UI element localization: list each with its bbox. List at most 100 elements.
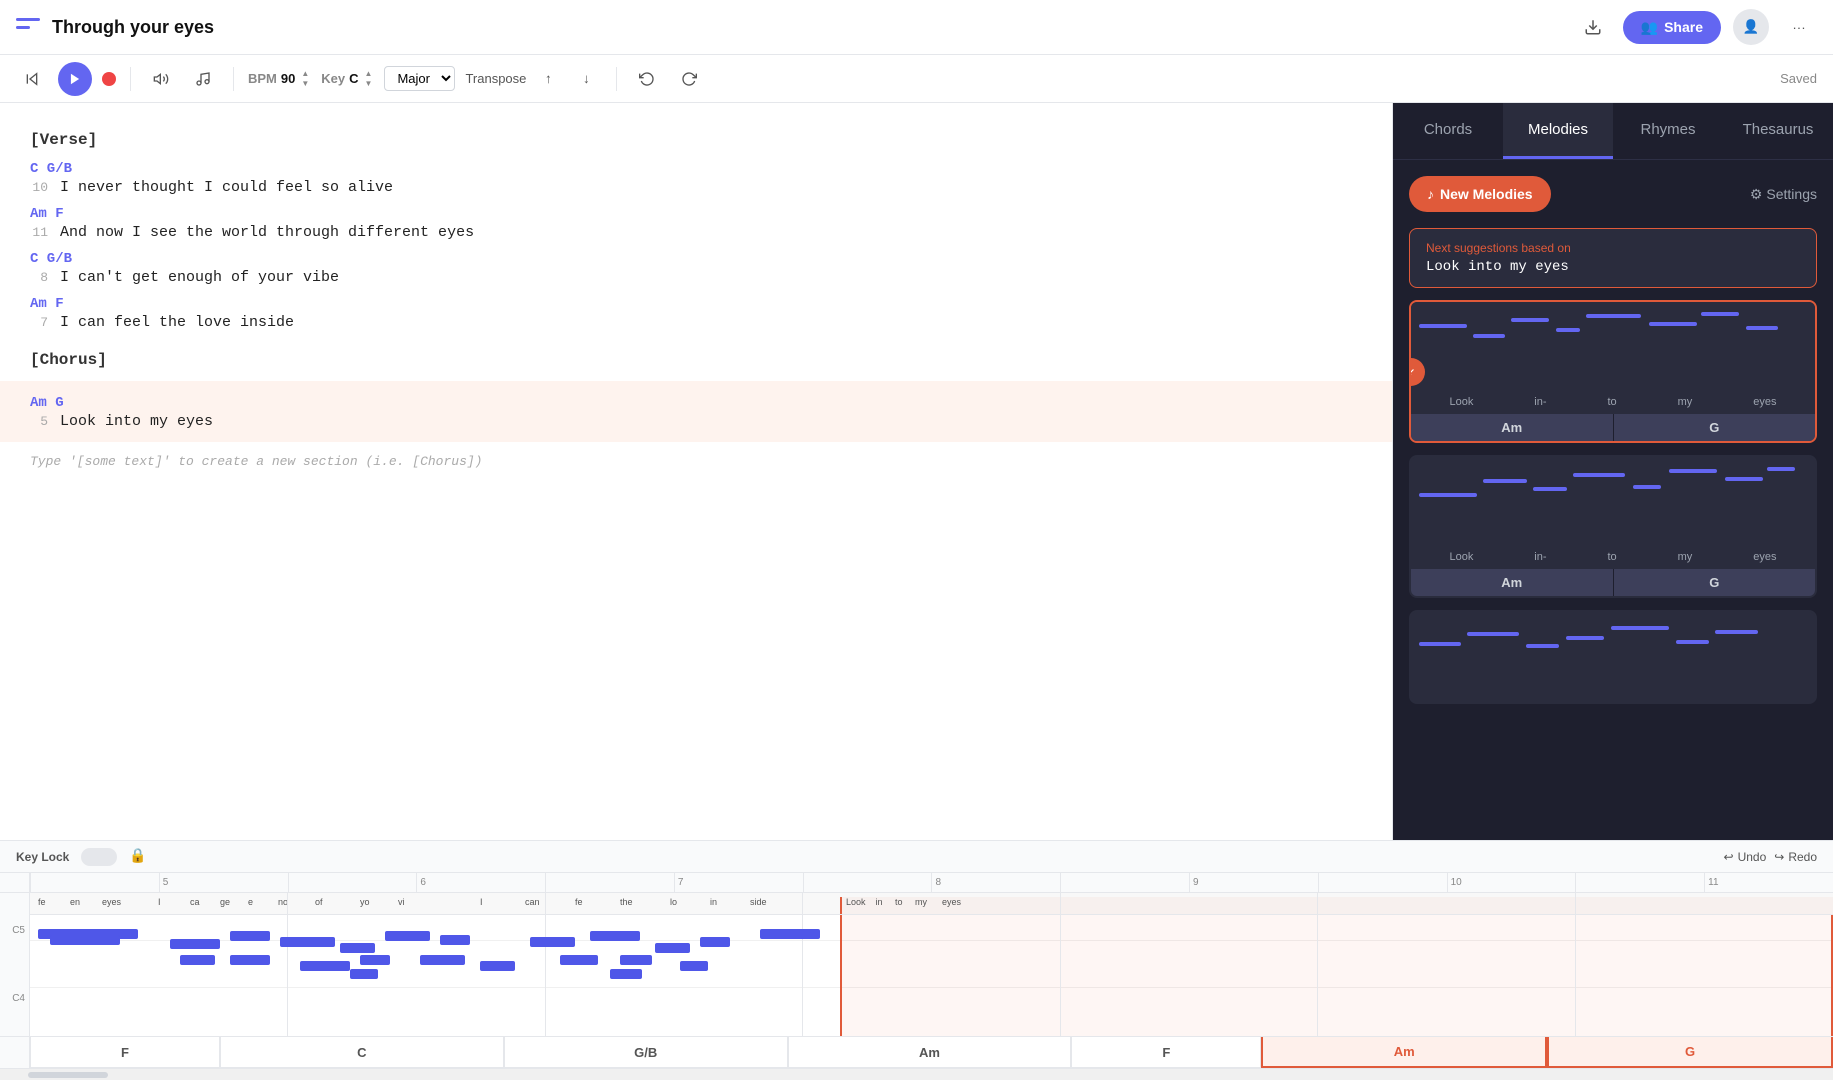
note-bar [1483, 479, 1527, 483]
roll-note [230, 955, 270, 965]
word-label: fe [575, 897, 583, 907]
bpm-down-button[interactable]: ▼ [299, 79, 311, 89]
lyric-text-10[interactable]: I never thought I could feel so alive [60, 179, 393, 196]
note-bar [1573, 473, 1625, 477]
word-label: en [70, 897, 80, 907]
lyrics-button[interactable] [187, 63, 219, 95]
tab-chords[interactable]: Chords [1393, 103, 1503, 159]
share-button[interactable]: 👥 Share [1623, 11, 1721, 44]
beat-num: 6 [416, 873, 545, 892]
word-label: I [480, 897, 483, 907]
back-button[interactable] [16, 63, 48, 95]
word-label: the [620, 897, 633, 907]
bpm-up-button[interactable]: ▲ [299, 69, 311, 79]
chord-segment-g-selected: G [1547, 1037, 1833, 1068]
key-value[interactable]: C [349, 71, 358, 86]
piano-labels: C5 C4 [0, 893, 30, 1036]
chord-line-2: Am F [30, 206, 1362, 222]
note-bar [1586, 314, 1641, 318]
undo-toolbar-button[interactable] [631, 63, 663, 95]
redo-button[interactable]: ↪ Redo [1774, 850, 1817, 864]
melody-chord-g-2: G [1614, 569, 1816, 596]
undo-button[interactable]: ↩ Undo [1724, 850, 1767, 864]
roll-note [360, 955, 390, 965]
lyric-text-8[interactable]: I can't get enough of your vibe [60, 269, 339, 286]
word-label: fe [38, 897, 46, 907]
melody-canvas-3 [1411, 612, 1815, 702]
chorus-chord-line: Am G [30, 395, 1362, 411]
note-bar [1467, 632, 1519, 636]
beat-marker [1575, 893, 1576, 1036]
word-label: ge [220, 897, 230, 907]
bpm-value[interactable]: 90 [281, 71, 295, 86]
key-lock-label: Key Lock [16, 850, 69, 864]
share-label: Share [1664, 19, 1703, 35]
melody-card-2[interactable]: Look in- to my eyes Am G [1409, 455, 1817, 598]
avatar-button[interactable]: 👤 [1733, 9, 1769, 45]
key-up-button[interactable]: ▲ [363, 69, 375, 79]
new-melodies-button[interactable]: ♪ New Melodies [1409, 176, 1551, 212]
melody-canvas-2 [1411, 457, 1815, 547]
melody-word: eyes [1753, 551, 1776, 563]
melody-card-3[interactable] [1409, 610, 1817, 704]
editor-pane[interactable]: [Verse] C G/B 10 I never thought I could… [0, 103, 1392, 840]
section-placeholder[interactable]: Type '[some text]' to create a new secti… [30, 454, 1362, 469]
download-button[interactable] [1575, 9, 1611, 45]
melody-word: in- [1534, 551, 1546, 563]
key-down-button[interactable]: ▼ [363, 79, 375, 89]
roll-note [760, 929, 820, 939]
redo-toolbar-button[interactable] [673, 63, 705, 95]
mode-select[interactable]: Major Minor [384, 66, 455, 91]
more-options-button[interactable]: ··· [1781, 9, 1817, 45]
note-bar [1767, 467, 1795, 471]
roll-note [560, 955, 598, 965]
editor-toolbar: BPM 90 ▲ ▼ Key C ▲ ▼ Major Minor Transpo… [0, 55, 1833, 103]
note-bar [1715, 630, 1758, 634]
lyric-line-7: 7 I can feel the love inside [30, 314, 1362, 331]
melody-word: to [1607, 551, 1616, 563]
beat-num: 11 [1704, 873, 1833, 892]
tab-melodies[interactable]: Melodies [1503, 103, 1613, 159]
melody-word: Look [1449, 551, 1473, 563]
lyric-text-11[interactable]: And now I see the world through differen… [60, 224, 474, 241]
transpose-up-button[interactable]: ↑ [532, 63, 564, 95]
toolbar-divider-3 [616, 67, 617, 91]
key-lock-toggle[interactable] [81, 848, 117, 866]
note-bar [1526, 644, 1559, 648]
scrollbar-thumb[interactable] [28, 1072, 108, 1078]
volume-button[interactable] [145, 63, 177, 95]
bpm-spinners: ▲ ▼ [299, 69, 311, 89]
lyric-text-5[interactable]: Look into my eyes [60, 413, 213, 430]
melodies-header-bar: ♪ New Melodies ⚙ Settings [1409, 176, 1817, 212]
verse-header: [Verse] [30, 131, 1362, 149]
main-container: [Verse] C G/B 10 I never thought I could… [0, 103, 1833, 840]
note-bar [1566, 636, 1604, 640]
new-melodies-label: New Melodies [1440, 186, 1533, 202]
logo-icon [16, 18, 44, 36]
melody-words-1: Look in- to my eyes [1411, 392, 1815, 414]
roll-note [340, 943, 375, 953]
chord-line-1: C G/B [30, 161, 1362, 177]
roll-main[interactable]: fe en eyes I ca ge e no of yo vi I can f… [30, 893, 1833, 1036]
melody-chords-1: Am G [1411, 414, 1815, 441]
c5-label: C5 [0, 925, 29, 936]
melody-word: eyes [1753, 396, 1776, 408]
play-button[interactable] [58, 62, 92, 96]
melody-card-1[interactable]: ↙ Look in- to my eyes [1409, 300, 1817, 443]
key-spinners: ▲ ▼ [363, 69, 375, 89]
tab-rhymes[interactable]: Rhymes [1613, 103, 1723, 159]
tab-thesaurus[interactable]: Thesaurus [1723, 103, 1833, 159]
melodies-settings-button[interactable]: ⚙ Settings [1750, 186, 1817, 203]
scrollbar-area[interactable] [0, 1068, 1833, 1080]
lyric-text-7[interactable]: I can feel the love inside [60, 314, 294, 331]
chord-bar: F C G/B Am F Am G [0, 1036, 1833, 1068]
chord-line-3: C G/B [30, 251, 1362, 267]
beat-marker [1060, 893, 1061, 1036]
more-icon: ··· [1792, 20, 1805, 35]
lyric-line-5: 5 Look into my eyes [30, 413, 1362, 430]
word-label: of [315, 897, 323, 907]
highlighted-chorus-section: Am G 5 Look into my eyes [0, 381, 1392, 442]
piano-roll-area: C5 C4 fe en eyes I ca ge e no of yo vi I… [0, 893, 1833, 1036]
transpose-down-button[interactable]: ↓ [570, 63, 602, 95]
record-button[interactable] [102, 72, 116, 86]
